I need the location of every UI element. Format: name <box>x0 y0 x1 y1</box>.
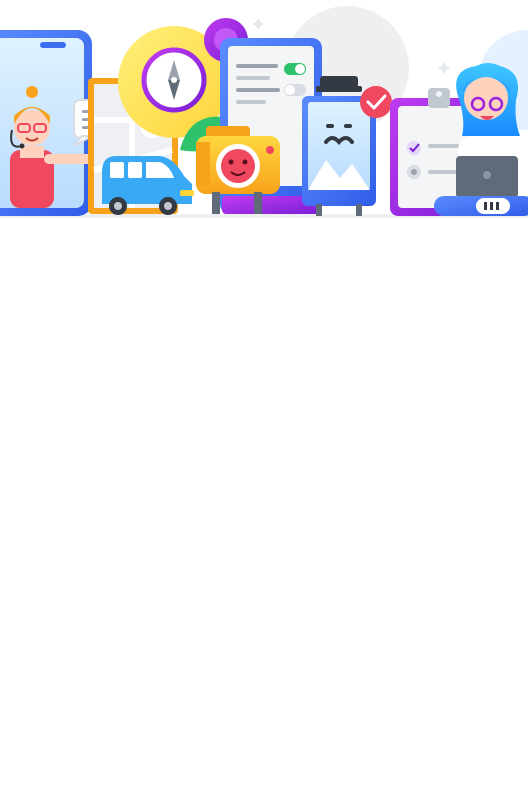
battery-icon <box>434 196 528 216</box>
page <box>0 0 528 811</box>
hero-banner <box>0 0 528 222</box>
app-collage-illustration <box>0 6 528 218</box>
developer-laptop-icon <box>456 63 524 200</box>
sparkle-icon <box>438 62 450 74</box>
content-area <box>0 222 528 811</box>
sparkle-icon <box>252 18 264 30</box>
checkmark-badge-icon <box>360 86 392 118</box>
